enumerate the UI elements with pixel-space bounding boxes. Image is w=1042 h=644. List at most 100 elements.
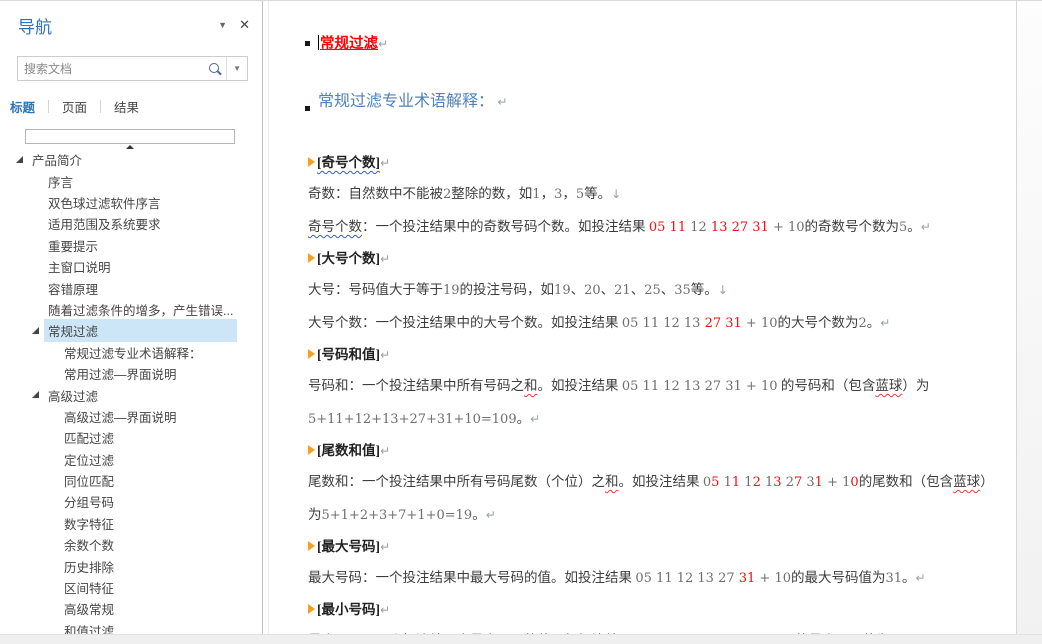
expand-arrow-icon[interactable]	[308, 541, 315, 551]
text-run: ↵	[921, 220, 931, 234]
tree-item[interactable]: 产品简介	[0, 149, 237, 170]
text-run: 、	[601, 282, 615, 297]
doc-subheading-line: [号码和值]↵	[308, 340, 1008, 370]
tree-item[interactable]: 随着过滤条件的增多，产生错误...	[0, 299, 237, 320]
text-run: ，	[541, 186, 555, 201]
text-run: ，	[562, 186, 576, 201]
expand-arrow-icon[interactable]	[308, 253, 315, 263]
doc-paragraph-line: 奇号个数：一个投注结果中的奇数号码个数。如投注结果 05 11 12 13 27…	[308, 211, 1008, 244]
headings-tree: 产品简介序言双色球过滤软件序言适用范围及系统要求重要提示主窗口说明容错原理随着过…	[0, 149, 237, 641]
text-run: 。如投注结果	[538, 378, 622, 393]
tree-item-label: 重要提示	[44, 234, 237, 257]
tab-pages[interactable]: 页面	[60, 97, 89, 116]
tree-item[interactable]: 数字特征	[0, 513, 237, 534]
jump-to-top-button[interactable]	[25, 129, 235, 144]
text-run: 5+1+2+3+7+1+0=19	[322, 508, 473, 523]
tree-item[interactable]: 区间特征	[0, 577, 237, 598]
text-run: 号码和：一个投注结果中所有号码之	[308, 378, 524, 393]
search-icon[interactable]	[209, 63, 219, 73]
expand-arrow-icon[interactable]	[308, 157, 315, 167]
text-run: [最大号码]	[317, 539, 380, 554]
tree-item[interactable]: 常用过滤—界面说明	[0, 363, 237, 384]
tree-item[interactable]: 余数个数	[0, 534, 237, 555]
text-run: 5+11+12+13+27+31+10=109	[308, 412, 517, 427]
doc-paragraph-line: 号码和：一个投注结果中所有号码之和。如投注结果 05 11 12 13 27 3…	[308, 370, 1008, 403]
text-run: 的大号个数为	[778, 315, 859, 330]
tree-item[interactable]: 高级过滤—界面说明	[0, 406, 237, 427]
text-run: 19	[443, 283, 460, 298]
word-window: 导航 ▼ ✕ ▼ 标题 页面 结果 产品简介序言双色球过滤软件序言适用范围及系统…	[0, 0, 1042, 644]
doc-paragraph-line: 最大号码：一个投注结果中最大号码的值。如投注结果 05 11 12 13 27 …	[308, 562, 1008, 595]
navigation-pane: 导航 ▼ ✕ ▼ 标题 页面 结果 产品简介序言双色球过滤软件序言适用范围及系统…	[0, 1, 263, 644]
text-run: 大号：号码值大于等于	[308, 282, 443, 297]
text-cursor	[318, 35, 319, 50]
navigation-pane-title: 导航	[18, 13, 52, 38]
text-run: 等。	[584, 186, 611, 201]
text-run: 蓝球	[875, 378, 902, 393]
text-run: 等。	[691, 282, 718, 297]
text-run: ↓	[611, 187, 621, 201]
text-run: ↵	[880, 316, 890, 330]
tab-results[interactable]: 结果	[112, 97, 141, 116]
tab-separator	[48, 100, 49, 113]
search-input[interactable]	[18, 62, 207, 76]
tree-item[interactable]: 高级过滤	[0, 384, 237, 405]
doc-heading2-line: 常规过滤专业术语解释： ↵	[318, 90, 1008, 114]
tree-item[interactable]: 匹配过滤	[0, 427, 237, 448]
tree-item-label: 随着过滤条件的增多，产生错误...	[44, 298, 237, 321]
tree-item[interactable]: 常规过滤	[0, 320, 237, 341]
text-run: 的奇数号个数为	[805, 219, 900, 234]
text-run: 20	[584, 283, 601, 298]
tree-item[interactable]: 容错原理	[0, 277, 237, 298]
text-run: 2	[859, 316, 867, 331]
doc-subheading-line: [大号个数]↵	[308, 244, 1008, 274]
tree-item-label: 双色球过滤软件序言	[44, 191, 237, 214]
tree-item[interactable]: 适用范围及系统要求	[0, 213, 237, 234]
doc-paragraph-line: 奇数：自然数中不能被2整除的数，如1，3，5等。↓	[308, 178, 1008, 211]
text-run: ↵	[380, 603, 390, 617]
expand-arrow-icon[interactable]	[308, 604, 315, 614]
document-page[interactable]: 常规过滤↵常规过滤专业术语解释： ↵[奇号个数]↵奇数：自然数中不能被2整除的数…	[308, 1, 1008, 644]
text-run: 、	[661, 282, 675, 297]
text-run: 最大号码：一个投注结果中最大号码的值。如投注结果	[308, 570, 635, 585]
text-run: 12	[690, 220, 711, 235]
expanded-triangle-icon[interactable]	[32, 391, 39, 398]
text-run: 0	[703, 475, 711, 490]
text-run: 27 31	[705, 316, 742, 331]
text-run: 31	[886, 571, 903, 586]
pane-menu-dropdown-icon[interactable]: ▼	[218, 20, 227, 30]
text-run: + 10	[742, 316, 778, 331]
tree-item[interactable]: 序言	[0, 170, 237, 191]
expand-collapse-slot	[10, 156, 28, 163]
tree-item[interactable]: 重要提示	[0, 235, 237, 256]
expanded-triangle-icon[interactable]	[16, 156, 23, 163]
tree-item[interactable]: 高级常规	[0, 598, 237, 619]
tree-item-label: 产品简介	[28, 148, 237, 171]
text-run: 1	[724, 475, 732, 490]
expanded-triangle-icon[interactable]	[32, 327, 39, 334]
text-run: + 10	[755, 571, 791, 586]
search-dropdown-icon[interactable]: ▼	[226, 57, 247, 80]
text-run: 。	[517, 411, 531, 426]
tree-item[interactable]: 同位匹配	[0, 470, 237, 491]
text-run: ↵	[530, 412, 540, 426]
text-run: ↵	[916, 571, 926, 585]
text-run: ↵	[497, 95, 507, 109]
close-icon[interactable]: ✕	[239, 17, 250, 33]
text-run: 5	[576, 187, 584, 202]
expand-arrow-icon[interactable]	[308, 349, 315, 359]
tree-item-label: 数字特征	[60, 512, 237, 535]
tree-item[interactable]: 历史排除	[0, 555, 237, 576]
tab-headings[interactable]: 标题	[8, 97, 37, 116]
text-run: 05 11 12 13	[622, 316, 705, 331]
tree-item[interactable]: 常规过滤专业术语解释：	[0, 342, 237, 363]
tree-item[interactable]: 分组号码	[0, 491, 237, 512]
tree-item[interactable]: 双色球过滤软件序言	[0, 192, 237, 213]
outline-bullet-icon	[305, 41, 310, 46]
tree-item[interactable]: 定位过滤	[0, 448, 237, 469]
scrollbar-track[interactable]	[1016, 1, 1042, 644]
tree-item[interactable]: 主窗口说明	[0, 256, 237, 277]
text-run: ↵	[380, 348, 390, 362]
tree-item-label: 区间特征	[60, 576, 237, 599]
expand-arrow-icon[interactable]	[308, 445, 315, 455]
